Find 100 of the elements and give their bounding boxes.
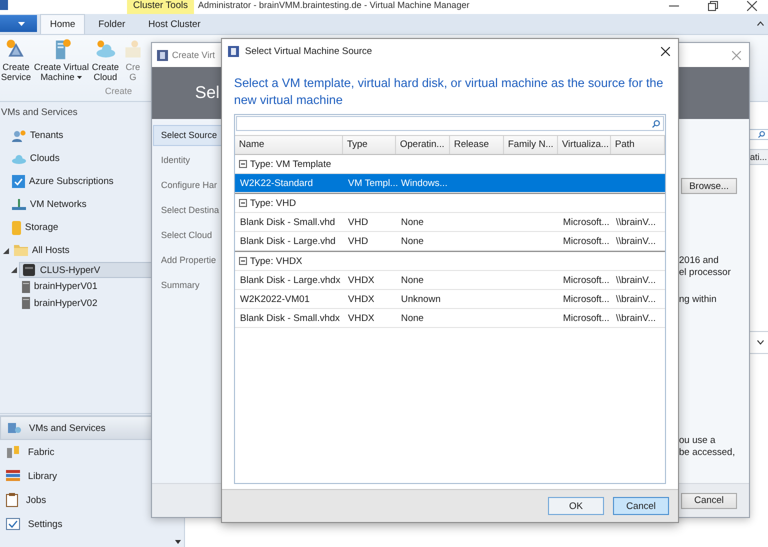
file-menu-button[interactable] xyxy=(0,15,37,32)
column-header[interactable]: Name xyxy=(235,136,343,154)
table-cell: \\brainV... xyxy=(616,236,656,246)
wizard-step[interactable]: Configure Har xyxy=(153,175,223,196)
table-row[interactable]: Blank Disk - Large.vhdx VHDX None Microsoft... \\brainV... xyxy=(235,271,665,290)
ribbon-tab[interactable]: Host Cluster xyxy=(138,14,211,34)
table-cell: Blank Disk - Large.vhdx xyxy=(240,274,340,286)
context-tab-label: Cluster Tools xyxy=(127,0,194,14)
workspace-button[interactable]: Library xyxy=(0,464,152,488)
ribbon-button[interactable]: Create Virtual Machine xyxy=(34,38,89,82)
table-cell: None xyxy=(401,274,424,286)
cluster-icon xyxy=(22,264,36,276)
nav-tree-item[interactable]: Tenants xyxy=(9,128,66,144)
column-header[interactable]: Release xyxy=(450,136,504,154)
expander-icon[interactable] xyxy=(11,267,17,274)
browse-button[interactable]: Browse... xyxy=(681,178,737,194)
app-icon xyxy=(228,46,239,56)
description-text: ou use a xyxy=(679,435,716,447)
wizard-step[interactable]: Summary xyxy=(153,275,223,296)
workspace-button[interactable]: Jobs xyxy=(0,488,152,512)
table-cell: W2K22-Standard xyxy=(240,178,313,188)
group-label: Type: VHDX xyxy=(250,256,302,266)
column-header[interactable]: ati... xyxy=(748,149,768,165)
description-text: 2016 and xyxy=(679,255,720,267)
chevron-down-icon[interactable] xyxy=(757,340,764,345)
network-icon xyxy=(12,198,26,210)
settings-icon xyxy=(6,518,20,530)
nav-tree-item[interactable]: VM Networks xyxy=(9,196,90,212)
column-header[interactable]: Virtualiza... xyxy=(558,136,611,154)
column-header[interactable]: Operatin... xyxy=(396,136,450,154)
table-cell: W2K2022-VM01 xyxy=(240,294,310,304)
search-icon xyxy=(652,120,660,128)
column-header[interactable]: Path xyxy=(611,136,665,154)
collapse-icon[interactable] xyxy=(239,257,247,265)
wizard-step[interactable]: Select Destina xyxy=(153,200,223,221)
ribbon-group-label: Create xyxy=(105,86,132,96)
expander-icon[interactable] xyxy=(3,248,9,254)
column-header[interactable]: Type xyxy=(343,136,396,154)
column-header[interactable]: Family N... xyxy=(504,136,558,154)
table-row[interactable]: Blank Disk - Small.vhdx VHDX None Microsoft... \\brainV... xyxy=(235,309,665,328)
table-cell: \\brainV... xyxy=(616,312,656,324)
restore-icon[interactable] xyxy=(708,1,718,11)
nav-tree-item[interactable]: Clouds xyxy=(9,151,63,166)
cancel-button[interactable]: Cancel xyxy=(613,497,669,515)
table-cell: Microsoft... xyxy=(563,216,610,228)
ribbon-tab[interactable]: Folder xyxy=(88,14,136,34)
cloud-icon xyxy=(94,38,116,60)
nav-tree-item[interactable]: Azure Subscriptions xyxy=(9,173,116,190)
dialog-title: Select Virtual Machine Source xyxy=(245,46,372,56)
collapse-ribbon-icon[interactable] xyxy=(757,21,764,26)
nav-tree-item[interactable]: All Hosts xyxy=(11,243,72,258)
nav-heading: VMs and Services xyxy=(1,106,79,120)
workspace-button[interactable]: Settings xyxy=(0,512,152,536)
table-row[interactable]: W2K22-Standard VM Templ... Windows... xyxy=(235,174,665,193)
ok-button[interactable]: OK xyxy=(548,497,604,515)
table-cell: Unknown xyxy=(401,294,441,304)
collapse-icon[interactable] xyxy=(239,199,247,207)
search-icon xyxy=(758,131,765,138)
table-cell: None xyxy=(401,312,424,324)
close-icon[interactable] xyxy=(747,1,757,11)
table-row[interactable]: W2K2022-VM01 VHDX Unknown Microsoft... \\brainV... xyxy=(235,290,665,309)
workspace-button[interactable]: VMs and Services xyxy=(0,416,154,440)
table-cell: VHD xyxy=(348,216,368,228)
storage-icon xyxy=(12,220,21,234)
table-row[interactable]: Blank Disk - Small.vhd VHD None Microsoft... \\brainV... xyxy=(235,213,665,232)
table-cell: VM Templ... xyxy=(348,178,398,188)
table-cell: \\brainV... xyxy=(616,216,656,228)
search-field[interactable] xyxy=(236,116,664,131)
table-cell: Microsoft... xyxy=(563,294,610,304)
caret-icon[interactable] xyxy=(175,540,181,544)
wizard-step[interactable]: Identity xyxy=(153,150,223,171)
wizard-step[interactable]: Select Cloud xyxy=(153,225,223,246)
server-icon xyxy=(22,297,30,310)
table-cell: Windows... xyxy=(401,178,448,188)
wizard-step[interactable]: Add Propertie xyxy=(153,250,223,271)
cancel-button[interactable]: Cancel xyxy=(681,492,737,508)
close-icon[interactable] xyxy=(661,46,670,56)
caret-icon xyxy=(77,76,82,80)
table-cell: \\brainV... xyxy=(616,294,656,304)
ribbon-tab[interactable]: Home xyxy=(40,14,86,34)
table-cell: VHDX xyxy=(348,312,374,324)
nav-tree-item[interactable]: Storage xyxy=(9,218,62,236)
collapse-icon[interactable] xyxy=(239,160,247,168)
table-cell: None xyxy=(401,236,424,246)
nav-tree-item[interactable]: brainHyperV01 xyxy=(19,278,100,295)
server-icon xyxy=(22,280,30,293)
table-cell: \\brainV... xyxy=(616,274,656,286)
table-cell: Blank Disk - Small.vhd xyxy=(240,216,336,228)
table-row[interactable]: Blank Disk - Large.vhd VHD None Microsoft... \\brainV... xyxy=(235,232,665,251)
wizard-step[interactable]: Select Source xyxy=(153,125,223,146)
ribbon-button[interactable]: Create Service xyxy=(1,38,32,82)
clipboard-icon xyxy=(6,493,18,507)
nav-tree-item[interactable]: brainHyperV02 xyxy=(19,295,100,312)
table-cell: Microsoft... xyxy=(563,274,610,286)
page-heading: Sel xyxy=(195,83,220,103)
app-icon xyxy=(0,0,8,10)
cloud-icon xyxy=(12,154,26,164)
workspace-button[interactable]: Fabric xyxy=(0,440,152,464)
ribbon-button[interactable]: Create Cloud xyxy=(92,38,119,82)
fabric-icon xyxy=(6,445,20,459)
